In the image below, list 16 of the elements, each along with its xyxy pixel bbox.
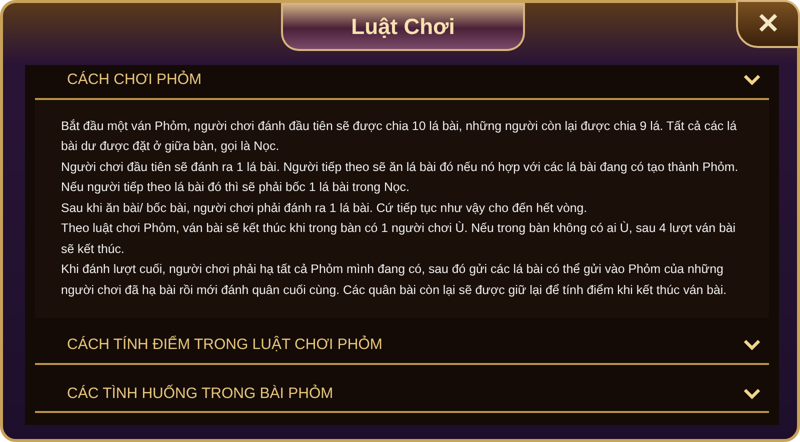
rule-paragraph: Người chơi đầu tiên sẽ đánh ra 1 lá bài. Người tiếp theo sẽ ăn lá bài đó nếu nó hợp với các lá bài đang có tạo thành Phỏm. [61,158,740,176]
section-title: CÁCH TÍNH ĐIỂM TRONG LUẬT CHƠI PHỎM [67,334,382,355]
chevron-down-icon [743,74,761,86]
rule-paragraph: Khi đánh lượt cuối, người chơi phải hạ tất cả Phỏm mình đang có, sau đó gửi các lá bài có thể gửi vào Phỏm của những người chơi đã hạ bài rồi mới đánh quân cuối cùng. Các quân bài còn lại sẽ được giữ lại để tính điểm khi kết thúc ván bài. [61,261,728,299]
rule-paragraph: Sau khi ăn bài/ bốc bài, người chơi phải đánh ra 1 lá bài. Cứ tiếp tục như vậy cho đến hết vòng. [61,200,588,217]
chevron-down-icon [743,339,761,352]
section-title: CÁC TÌNH HUỐNG TRONG BÀI PHỎM [67,384,334,404]
section-title: CÁCH CHƠI PHỎM [67,70,202,90]
window-title: Luật Chơi [281,3,525,51]
section-header[interactable]: CÁCH TÍNH ĐIỂM TRONG LUẬT CHƠI PHỎM [35,330,769,364]
rule-paragraph: Nếu người tiếp theo lá bài đó thì sẽ phải bốc 1 lá bài trong Nọc. [61,179,410,196]
close-button[interactable]: ✕ [736,0,800,48]
rule-paragraph: Bắt đầu một ván Phỏm, người chơi đánh đầu tiên sẽ được chia 10 lá bài, những người còn lại được chia 9 lá. Tất cả các lá bài dư được đặt ở giữa bàn, gọi là Nọc. [61,118,738,155]
rule-paragraph: Theo luật chơi Phỏm, ván bài sẽ kết thúc khi trong bàn có 1 người chơi Ù. Nếu trong bàn không có ai Ù, sau 4 lượt ván bài sẽ kết thúc. [61,220,736,258]
section-header[interactable]: CÁC TÌNH HUỐNG TRONG BÀI PHỎM [35,378,769,413]
chevron-down-icon [743,388,761,400]
